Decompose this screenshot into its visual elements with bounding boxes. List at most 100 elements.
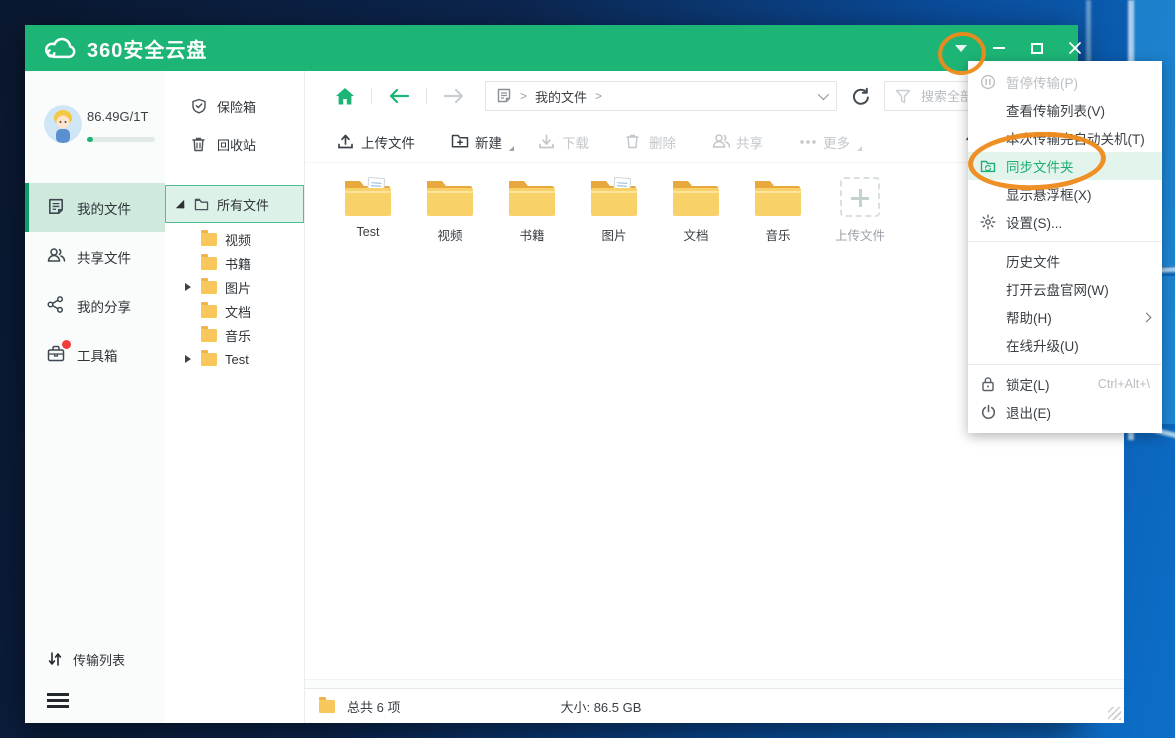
action-button[interactable]: 上传文件 <box>337 132 415 152</box>
menu-item[interactable]: 退出(E) <box>968 398 1162 426</box>
breadcrumb-dropdown-chevron[interactable] <box>818 89 829 100</box>
transfer-arrows-icon <box>47 651 63 667</box>
share-icon <box>47 296 67 316</box>
action-button[interactable]: 共享 <box>712 132 763 152</box>
shield-icon <box>191 98 207 114</box>
folder-icon <box>506 175 558 219</box>
breadcrumb-item[interactable]: 我的文件 <box>535 87 587 106</box>
menu-item[interactable]: 查看传输列表(V) <box>968 96 1162 124</box>
status-bar: 总共 6 项 大小: 86.5 GB <box>305 688 1124 723</box>
expanded-triangle-icon[interactable] <box>176 200 184 208</box>
submenu-arrow-icon <box>1142 312 1152 322</box>
tree-child-item[interactable]: 视频 <box>165 227 304 251</box>
app-title: 360安全云盘 <box>87 34 207 63</box>
action-button[interactable]: 下载 <box>538 132 589 152</box>
main-menu-button[interactable] <box>950 37 972 59</box>
home-icon <box>335 87 355 106</box>
back-button[interactable] <box>388 88 410 104</box>
maximize-icon <box>1031 43 1043 54</box>
delete-icon <box>625 133 642 150</box>
sidebar-item[interactable]: 工具箱 <box>25 330 165 379</box>
menu-item[interactable]: 历史文件 <box>968 247 1162 275</box>
tree-child-item[interactable]: 音乐 <box>165 323 304 347</box>
shared-users-icon <box>47 247 67 267</box>
tree-item[interactable]: 回收站 <box>165 125 304 163</box>
main-dropdown-menu: 暂停传输(P) 查看传输列表(V) 本次传输完自动关机(T) 同步文件夹 显示悬 <box>968 61 1162 433</box>
folder-icon <box>588 175 640 219</box>
minimize-button[interactable] <box>988 37 1010 59</box>
storage-usage: 86.49G/1T <box>87 109 148 124</box>
total-size: 大小: 86.5 GB <box>560 697 641 716</box>
home-button[interactable] <box>335 87 355 106</box>
tree-child-item[interactable]: 书籍 <box>165 251 304 275</box>
folder-icon <box>201 305 217 318</box>
action-button[interactable]: 删除 <box>625 132 676 152</box>
folder-name: 视频 <box>437 225 462 244</box>
pause-icon <box>980 74 996 90</box>
transfer-list-button[interactable]: 传输列表 <box>25 645 165 673</box>
share-users-icon <box>712 133 729 150</box>
resize-grip[interactable] <box>1108 707 1121 720</box>
folder-icon <box>752 175 804 219</box>
horizontal-scrollbar[interactable] <box>305 679 1124 688</box>
menu-item[interactable]: 显示悬浮框(X) <box>968 180 1162 208</box>
forward-button[interactable] <box>443 88 465 104</box>
folder-name: 音乐 <box>765 225 790 244</box>
sidebar-item[interactable]: 我的文件 <box>25 183 165 232</box>
menu-item[interactable]: 锁定(L) Ctrl+Alt+\ <box>968 370 1162 398</box>
folder-outline-icon <box>194 198 209 211</box>
menu-separator <box>968 241 1162 242</box>
folder-icon <box>670 175 722 219</box>
close-button[interactable] <box>1064 37 1086 59</box>
tree-item-all-files[interactable]: 所有文件 <box>165 185 304 223</box>
action-button[interactable]: 更多 <box>799 132 850 152</box>
sidebar-item[interactable]: 共享文件 <box>25 232 165 281</box>
expand-arrow-icon[interactable] <box>185 283 191 291</box>
new-folder-icon <box>451 133 468 150</box>
sidebar-nav: 我的文件 共享文件 我的分享 工具箱 <box>25 183 165 379</box>
refresh-icon <box>851 87 870 106</box>
tree-child-item[interactable]: Test <box>165 347 304 371</box>
folder-icon <box>319 700 335 713</box>
plus-icon <box>840 177 880 217</box>
maximize-button[interactable] <box>1026 37 1048 59</box>
menu-item[interactable]: 在线升级(U) <box>968 331 1162 359</box>
upload-file-tile[interactable]: 上传文件 <box>819 175 901 244</box>
menu-item[interactable]: 本次传输完自动关机(T) <box>968 124 1162 152</box>
breadcrumb: > 我的文件 > <box>485 81 837 111</box>
folder-item[interactable]: 文档 <box>655 175 737 244</box>
tree-child-item[interactable]: 文档 <box>165 299 304 323</box>
folder-item[interactable]: 音乐 <box>737 175 819 244</box>
filter-funnel-icon[interactable] <box>895 89 911 104</box>
action-button[interactable]: 新建 <box>451 132 502 152</box>
folder-item[interactable]: Test <box>327 175 409 244</box>
trash-icon <box>191 136 207 152</box>
folder-name: 文档 <box>683 225 708 244</box>
folder-icon <box>342 175 394 219</box>
refresh-button[interactable] <box>851 87 870 106</box>
cloud-logo-icon <box>41 35 79 61</box>
folder-item[interactable]: 书籍 <box>491 175 573 244</box>
folder-item[interactable]: 视频 <box>409 175 491 244</box>
title-bar: 360安全云盘 <box>25 25 1078 71</box>
folder-tree-panel: 保险箱 回收站 所有文件 <box>165 71 305 723</box>
minimize-icon <box>993 47 1005 49</box>
account-section: 86.49G/1T <box>25 71 165 183</box>
folder-item[interactable]: 图片 <box>573 175 655 244</box>
chevron-down-icon <box>955 45 967 52</box>
sidebar-item[interactable]: 我的分享 <box>25 281 165 330</box>
tree-item[interactable]: 保险箱 <box>165 87 304 125</box>
menu-item[interactable]: 设置(S)... <box>968 208 1162 236</box>
menu-item[interactable]: 暂停传输(P) <box>968 68 1162 96</box>
menu-item[interactable]: 同步文件夹 <box>968 152 1162 180</box>
document-icon <box>496 88 512 104</box>
menu-item[interactable]: 帮助(H) <box>968 303 1162 331</box>
hamburger-menu-button[interactable] <box>47 690 69 711</box>
avatar[interactable] <box>44 105 82 143</box>
folder-icon <box>201 281 217 294</box>
folder-icon <box>424 175 476 219</box>
expand-arrow-icon[interactable] <box>185 355 191 363</box>
menu-item[interactable]: 打开云盘官网(W) <box>968 275 1162 303</box>
storage-progress-bar <box>87 137 155 142</box>
tree-child-item[interactable]: 图片 <box>165 275 304 299</box>
